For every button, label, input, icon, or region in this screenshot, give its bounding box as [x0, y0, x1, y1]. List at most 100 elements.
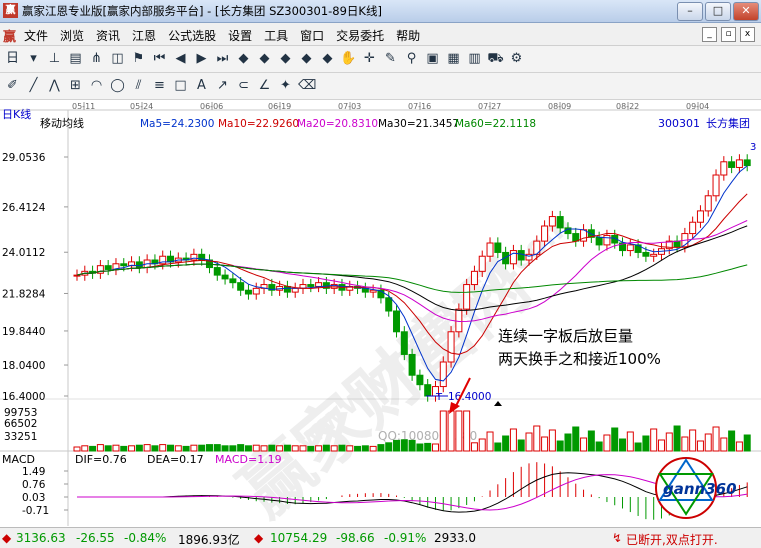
volume-bar — [213, 444, 221, 452]
next-icon[interactable]: ▶ — [193, 50, 210, 67]
dropdown-icon[interactable]: ▾ — [25, 50, 42, 67]
gann-box-icon[interactable]: ⊞ — [67, 77, 84, 94]
sz-pct: -0.91% — [384, 531, 427, 545]
candle-body — [743, 159, 751, 167]
menu-item-6[interactable]: 工具 — [264, 27, 288, 44]
window-icon[interactable]: ▣ — [424, 50, 441, 67]
volume-bar — [96, 444, 104, 452]
angle-icon[interactable]: ∠ — [256, 77, 273, 94]
price-label: 16.4000 — [2, 391, 45, 403]
menu-item-3[interactable]: 江恩 — [132, 27, 156, 44]
sz-amount: 2933.0 — [434, 531, 476, 545]
volume-bar — [112, 444, 120, 452]
diamond-icon[interactable]: ◆ — [298, 50, 315, 67]
gann-fan-icon[interactable]: ⋀ — [46, 77, 63, 94]
volume-bar — [470, 442, 478, 452]
candle-icon[interactable]: ⊥ — [46, 50, 63, 67]
menu-item-5[interactable]: 设置 — [228, 27, 252, 44]
truck-icon[interactable]: ⛟ — [487, 50, 504, 67]
candle-body — [572, 233, 580, 242]
draw-icon[interactable]: ✎ — [382, 50, 399, 67]
last-icon[interactable]: ⏭ — [214, 50, 231, 67]
menu-item-4[interactable]: 公式选股 — [168, 27, 216, 44]
flag-icon[interactable]: ⚑ — [130, 50, 147, 67]
pencil-icon[interactable]: ✐ — [4, 77, 21, 94]
volume-bar — [260, 445, 268, 452]
diamond-icon[interactable]: ◆ — [256, 50, 273, 67]
candle-body — [735, 159, 743, 168]
diamond-icon[interactable]: ◆ — [277, 50, 294, 67]
connection-icon: ↯ — [612, 531, 623, 545]
menu-item-8[interactable]: 交易委托 — [336, 27, 384, 44]
toolbar-primary: 日 ▾ ⊥ ▤ ⋔ ◫ ⚑ ⏮ ◀ ▶ ⏭ ◆ ◆ ◆ ◆ ◆ ✋ ✛ ✎ ⚲ … — [0, 46, 761, 73]
candle-body — [548, 216, 556, 227]
window-title: 赢家江恩专业版[赢家内部服务平台] - [长方集团 SZ300301-89日K线… — [22, 4, 382, 18]
app-icon: 赢 — [3, 3, 18, 18]
maximize-button[interactable]: □ — [705, 2, 731, 21]
crosshair-icon[interactable]: ✛ — [361, 50, 378, 67]
cycle-icon[interactable]: ⊂ — [235, 77, 252, 94]
close-button[interactable]: ✕ — [733, 2, 759, 21]
adjust-icon[interactable]: ◫ — [109, 50, 126, 67]
minimize-button[interactable]: – — [677, 2, 703, 21]
menu-item-2[interactable]: 资讯 — [96, 27, 120, 44]
candle-body — [291, 287, 299, 293]
calculator-icon[interactable]: ▦ — [445, 50, 462, 67]
menu-item-7[interactable]: 窗口 — [300, 27, 324, 44]
volume-bar — [541, 436, 549, 452]
date-label: 08-22 — [616, 102, 639, 111]
star-icon[interactable]: ✦ — [277, 77, 294, 94]
grid-icon[interactable]: ▥ — [466, 50, 483, 67]
chart-type-icon[interactable]: ▤ — [67, 50, 84, 67]
app-menu-icon[interactable]: 赢 — [3, 26, 16, 45]
diamond-icon[interactable]: ◆ — [235, 50, 252, 67]
settings-icon[interactable]: ⚙ — [508, 50, 525, 67]
first-icon[interactable]: ⏮ — [151, 50, 168, 67]
mdi-close-button[interactable]: x — [740, 27, 755, 42]
arc-icon[interactable]: ◠ — [88, 77, 105, 94]
square-icon[interactable]: □ — [172, 77, 189, 94]
arrow-icon[interactable]: ↗ — [214, 77, 231, 94]
candle-body — [393, 310, 401, 333]
candle-body — [728, 161, 736, 168]
mdi-restore-button[interactable]: ▫ — [721, 27, 736, 42]
zoom-icon[interactable]: ⚲ — [403, 50, 420, 67]
low-marker-value: 16.4000 — [448, 391, 491, 403]
volume-label: 33251 — [4, 431, 37, 443]
menu-item-1[interactable]: 浏览 — [60, 27, 84, 44]
price-label: 26.4124 — [2, 202, 46, 214]
kline-chart[interactable]: 赢家财富网 www.yingjia360.com QQ:1008009580 0… — [0, 100, 761, 526]
volume-bar — [244, 445, 252, 452]
volume-bar — [182, 445, 190, 452]
diamond-icon[interactable]: ◆ — [319, 50, 336, 67]
hand-icon[interactable]: ✋ — [340, 50, 357, 67]
indicator-icon[interactable]: ⋔ — [88, 50, 105, 67]
candle-body — [455, 308, 463, 333]
price-label: 24.0112 — [2, 247, 45, 259]
menu-item-0[interactable]: 文件 — [24, 27, 48, 44]
volume-bar — [369, 445, 377, 452]
candle-body — [478, 255, 486, 272]
date-label: 07-16 — [408, 102, 431, 111]
channel-icon[interactable]: ⫽ — [130, 77, 147, 94]
prev-icon[interactable]: ◀ — [172, 50, 189, 67]
volume-bar — [626, 431, 634, 452]
menu-item-9[interactable]: 帮助 — [396, 27, 420, 44]
chart-svg[interactable]: 赢家财富网 www.yingjia360.com QQ:1008009580 0… — [0, 100, 761, 526]
low-marker-T: T — [435, 392, 443, 403]
candle-body — [73, 274, 81, 277]
connection-status[interactable]: 已断开,双点打开. — [626, 531, 718, 548]
fibonacci-icon[interactable]: ≡ — [151, 77, 168, 94]
date-label: 07-03 — [338, 102, 361, 111]
line-icon[interactable]: ╱ — [25, 77, 42, 94]
window-controls: – □ ✕ — [677, 2, 759, 21]
period-select-icon[interactable]: 日 — [4, 50, 21, 67]
ma-value-2: Ma20=20.8310 — [297, 118, 378, 130]
candle-body — [642, 251, 650, 257]
mdi-minimize-button[interactable]: _ — [702, 27, 717, 42]
ellipse-icon[interactable]: ◯ — [109, 77, 126, 94]
text-icon[interactable]: A — [193, 77, 210, 94]
candle-body — [400, 331, 408, 355]
menu-items: 文件 浏览 资讯 江恩 公式选股 设置 工具 窗口 交易委托 帮助 — [24, 27, 420, 44]
eraser-icon[interactable]: ⌫ — [298, 77, 316, 94]
